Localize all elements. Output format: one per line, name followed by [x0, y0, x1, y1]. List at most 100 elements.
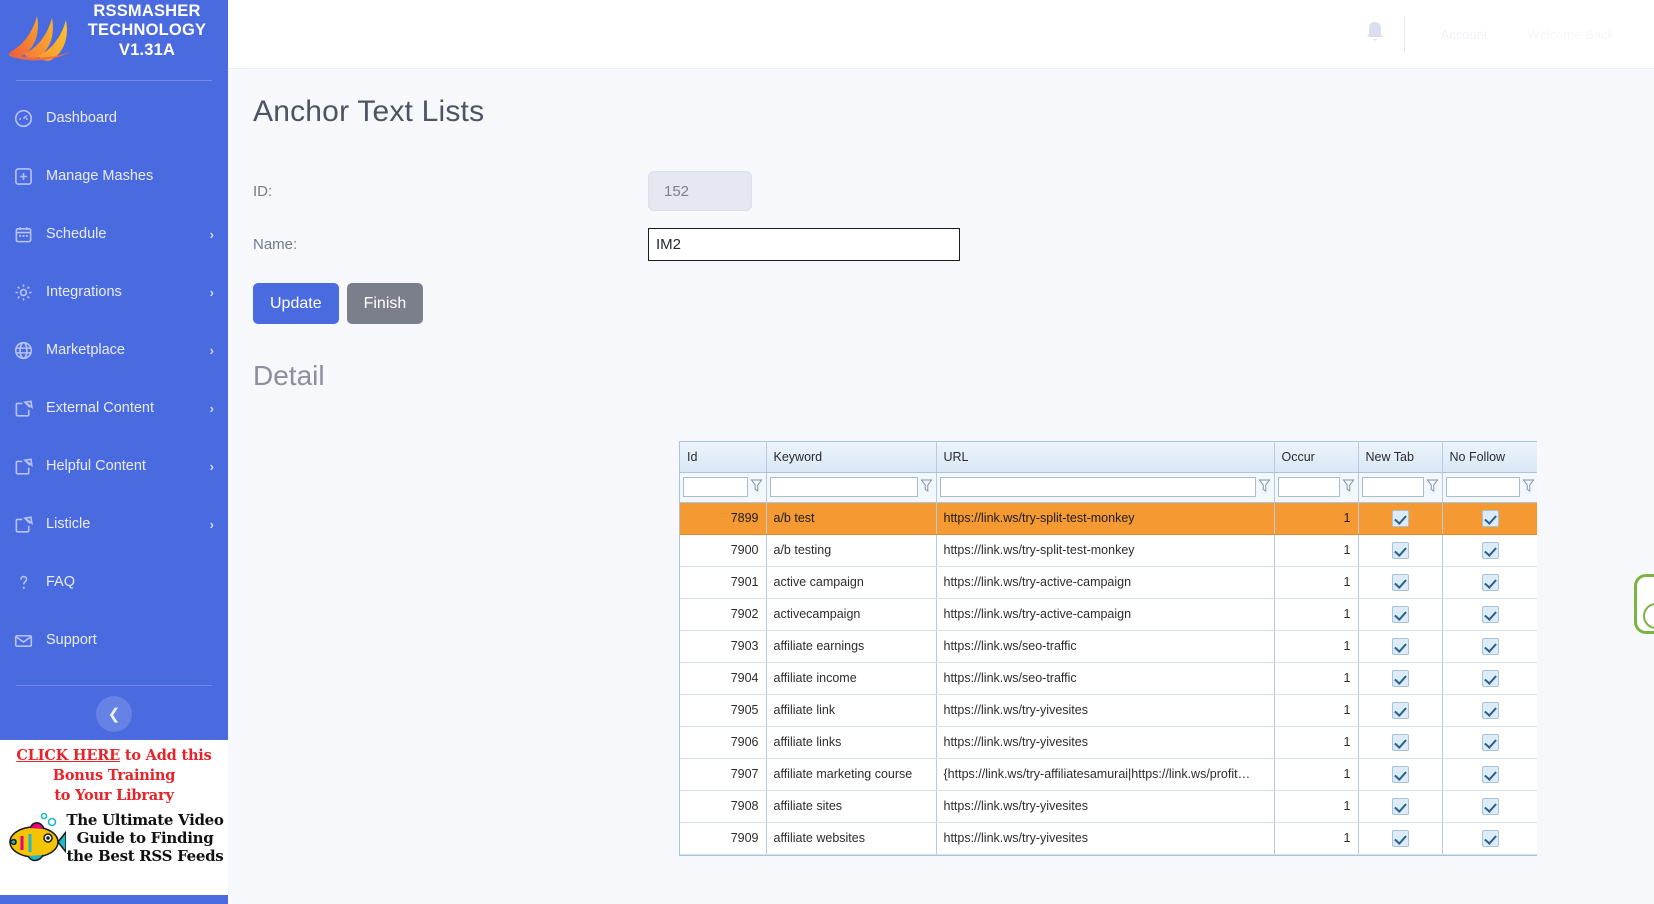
- chevron-right-icon[interactable]: ›: [210, 459, 214, 474]
- cell-new-tab[interactable]: [1358, 662, 1443, 695]
- sidebar-item-helpful-content[interactable]: Helpful Content ›: [0, 437, 228, 495]
- row-checkbox[interactable]: [1391, 765, 1409, 783]
- grid-filter-input[interactable]: [1277, 477, 1340, 497]
- cell-no-follow[interactable]: [1442, 694, 1537, 727]
- cell-no-follow[interactable]: [1442, 726, 1537, 759]
- chevron-right-icon[interactable]: ›: [210, 343, 214, 358]
- topbar-faint-label-2[interactable]: Welcome Back: [1528, 27, 1614, 42]
- finish-button[interactable]: Finish: [346, 283, 424, 324]
- sidebar-item-manage-mashes[interactable]: Manage Mashes: [0, 147, 228, 205]
- row-checkbox[interactable]: [1481, 797, 1499, 815]
- topbar-faint-label-1[interactable]: Account: [1441, 27, 1488, 42]
- sidebar-item-dashboard[interactable]: Dashboard: [0, 89, 228, 147]
- table-row[interactable]: 7902 activecampaign https://link.ws/try-ac…: [680, 598, 1537, 631]
- table-row[interactable]: 7903 affiliate earnings https://link.ws/se…: [680, 630, 1537, 663]
- table-row[interactable]: 7904 affiliate income https://link.ws/seo-…: [680, 662, 1537, 695]
- name-input[interactable]: [648, 228, 960, 261]
- promo-click-here-link[interactable]: CLICK HERE: [16, 747, 120, 764]
- grid-column-header[interactable]: URL: [936, 442, 1275, 473]
- funnel-filter-icon[interactable]: [1258, 478, 1271, 496]
- row-checkbox[interactable]: [1391, 669, 1409, 687]
- funnel-filter-icon[interactable]: [1342, 478, 1355, 496]
- edge-floating-widget[interactable]: [1634, 574, 1654, 634]
- table-row[interactable]: 7909 affiliate websites https://link.ws/tr…: [680, 822, 1537, 855]
- grid-filter-input[interactable]: [1361, 477, 1424, 497]
- row-checkbox[interactable]: [1481, 509, 1499, 527]
- funnel-filter-icon[interactable]: [750, 478, 763, 496]
- grid-column-header[interactable]: New Tab: [1358, 442, 1443, 473]
- funnel-filter-icon[interactable]: [920, 478, 933, 496]
- cell-no-follow[interactable]: [1442, 598, 1537, 631]
- row-checkbox[interactable]: [1481, 765, 1499, 783]
- row-checkbox[interactable]: [1391, 509, 1409, 527]
- row-checkbox[interactable]: [1391, 797, 1409, 815]
- row-checkbox[interactable]: [1481, 701, 1499, 719]
- row-checkbox[interactable]: [1391, 829, 1409, 847]
- cell-no-follow[interactable]: [1442, 758, 1537, 791]
- sidebar-item-support[interactable]: Support: [0, 611, 228, 669]
- row-checkbox[interactable]: [1391, 637, 1409, 655]
- row-checkbox[interactable]: [1481, 573, 1499, 591]
- cell-new-tab[interactable]: [1358, 566, 1443, 599]
- row-checkbox[interactable]: [1481, 541, 1499, 559]
- notification-bell-icon[interactable]: [1364, 20, 1386, 49]
- sidebar-item-listicle[interactable]: Listicle ›: [0, 495, 228, 553]
- table-row[interactable]: 7908 affiliate sites https://link.ws/try-y…: [680, 790, 1537, 823]
- cell-no-follow[interactable]: [1442, 502, 1537, 535]
- sidebar-item-faq[interactable]: FAQ: [0, 553, 228, 611]
- chevron-right-icon[interactable]: ›: [210, 401, 214, 416]
- row-checkbox[interactable]: [1481, 829, 1499, 847]
- grid-column-header[interactable]: No Follow: [1442, 442, 1537, 473]
- row-checkbox[interactable]: [1481, 733, 1499, 751]
- cell-new-tab[interactable]: [1358, 822, 1443, 855]
- grid-filter-input[interactable]: [1445, 477, 1520, 497]
- row-checkbox[interactable]: [1481, 637, 1499, 655]
- row-checkbox[interactable]: [1391, 605, 1409, 623]
- cell-new-tab[interactable]: [1358, 726, 1443, 759]
- chevron-right-icon[interactable]: ›: [210, 517, 214, 532]
- brand-header[interactable]: RSSMASHER TECHNOLOGY V1.31A: [0, 0, 228, 74]
- sidebar-item-integrations[interactable]: Integrations ›: [0, 263, 228, 321]
- sidebar-item-external-content[interactable]: External Content ›: [0, 379, 228, 437]
- cell-new-tab[interactable]: [1358, 694, 1443, 727]
- cell-no-follow[interactable]: [1442, 662, 1537, 695]
- update-button[interactable]: Update: [253, 283, 339, 324]
- grid-filter-input[interactable]: [939, 477, 1256, 497]
- cell-new-tab[interactable]: [1358, 534, 1443, 567]
- table-row[interactable]: 7900 a/b testing https://link.ws/try-split…: [680, 534, 1537, 567]
- row-checkbox[interactable]: [1391, 541, 1409, 559]
- grid-column-header[interactable]: Id: [680, 442, 767, 473]
- chevron-right-icon[interactable]: ›: [210, 285, 214, 300]
- row-checkbox[interactable]: [1391, 573, 1409, 591]
- sidebar-item-marketplace[interactable]: Marketplace ›: [0, 321, 228, 379]
- cell-no-follow[interactable]: [1442, 534, 1537, 567]
- grid-column-header[interactable]: Occur: [1274, 442, 1359, 473]
- table-row[interactable]: 7901 active campaign https://link.ws/try-a…: [680, 566, 1537, 599]
- row-checkbox[interactable]: [1481, 605, 1499, 623]
- cell-new-tab[interactable]: [1358, 598, 1443, 631]
- cell-no-follow[interactable]: [1442, 822, 1537, 855]
- grid-filter-input[interactable]: [683, 477, 748, 497]
- table-row[interactable]: 7899 a/b test https://link.ws/try-split-te…: [680, 502, 1537, 535]
- promo-banner[interactable]: CLICK HERE to Add this Bonus Training to…: [0, 740, 228, 904]
- chevron-right-icon[interactable]: ›: [210, 227, 214, 242]
- funnel-filter-icon[interactable]: [1426, 478, 1439, 496]
- funnel-filter-icon[interactable]: [1522, 478, 1535, 496]
- cell-new-tab[interactable]: [1358, 758, 1443, 791]
- cell-no-follow[interactable]: [1442, 566, 1537, 599]
- row-checkbox[interactable]: [1391, 733, 1409, 751]
- cell-no-follow[interactable]: [1442, 630, 1537, 663]
- grid-filter-input[interactable]: [769, 477, 918, 497]
- cell-new-tab[interactable]: [1358, 502, 1443, 535]
- sidebar-item-schedule[interactable]: Schedule ›: [0, 205, 228, 263]
- cell-new-tab[interactable]: [1358, 630, 1443, 663]
- cell-no-follow[interactable]: [1442, 790, 1537, 823]
- table-row[interactable]: 7907 affiliate marketing course {https://l…: [680, 758, 1537, 791]
- table-row[interactable]: 7906 affiliate links https://link.ws/try-y…: [680, 726, 1537, 759]
- row-checkbox[interactable]: [1391, 701, 1409, 719]
- row-checkbox[interactable]: [1481, 669, 1499, 687]
- grid-column-header[interactable]: Keyword: [766, 442, 937, 473]
- table-row[interactable]: 7905 affiliate link https://link.ws/try-yi…: [680, 694, 1537, 727]
- chevron-left-icon[interactable]: ❮: [96, 696, 132, 732]
- cell-new-tab[interactable]: [1358, 790, 1443, 823]
